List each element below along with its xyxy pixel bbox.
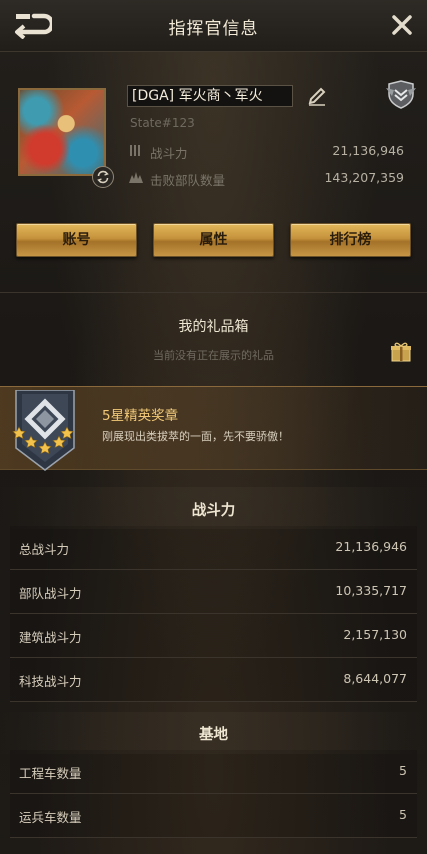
power-icon — [130, 145, 140, 156]
kills-icon — [129, 172, 143, 183]
medal-title: 5星精英奖章 — [102, 408, 179, 424]
power-section-title: 战斗力 — [191, 503, 236, 519]
table-row: 部队战斗力 10,335,717 — [10, 570, 417, 614]
base-section-title: 基地 — [199, 727, 228, 743]
close-icon — [392, 15, 412, 35]
row-value: 2,157,130 — [343, 627, 407, 642]
table-row: 总战斗力 21,136,946 — [10, 526, 417, 570]
row-value: 10,335,717 — [335, 583, 407, 598]
row-label: 运兵车数量 — [19, 810, 82, 825]
attributes-button[interactable]: 属性 — [153, 223, 274, 257]
row-value: 21,136,946 — [335, 539, 407, 554]
kills-label: 击败部队数量 — [150, 173, 226, 188]
gift-box-title: 我的礼品箱 — [178, 319, 249, 335]
account-button[interactable]: 账号 — [16, 223, 137, 257]
state-id: State#123 — [130, 116, 195, 130]
rank-badge-icon[interactable] — [384, 78, 418, 110]
commander-info-page: 指挥官信息 [DGA] 军火商丶军火 State#123 战斗力 21,136,… — [0, 0, 427, 854]
row-value: 5 — [399, 807, 407, 822]
edit-name-icon[interactable] — [306, 85, 328, 107]
row-value: 8,644,077 — [343, 671, 407, 686]
avatar[interactable] — [18, 88, 106, 176]
gift-icon[interactable] — [390, 341, 412, 363]
power-value: 21,136,946 — [332, 143, 404, 158]
power-label: 战斗力 — [150, 146, 188, 161]
divider — [0, 292, 427, 293]
kills-stat: 击败部队数量 143,207,359 — [128, 168, 404, 188]
row-label: 总战斗力 — [19, 542, 70, 557]
table-row: 工程车数量 5 — [10, 750, 417, 794]
header-bar: 指挥官信息 — [0, 0, 427, 52]
leaderboard-button[interactable]: 排行榜 — [290, 223, 411, 257]
row-label: 建筑战斗力 — [19, 630, 82, 645]
player-name: [DGA] 军火商丶军火 — [127, 85, 293, 107]
gift-box-empty-text: 当前没有正在展示的礼品 — [153, 349, 274, 362]
power-stat: 战斗力 21,136,946 — [128, 141, 404, 161]
row-label: 工程车数量 — [19, 766, 82, 781]
row-label: 科技战斗力 — [19, 674, 82, 689]
kills-value: 143,207,359 — [324, 170, 404, 185]
close-button[interactable] — [389, 12, 415, 38]
change-avatar-icon[interactable] — [92, 166, 114, 188]
row-value: 5 — [399, 763, 407, 778]
table-row: 科技战斗力 8,644,077 — [10, 658, 417, 702]
row-label: 部队战斗力 — [19, 586, 82, 601]
medal-description: 刚展现出类拔萃的一面，先不要骄傲！ — [102, 430, 289, 443]
table-row: 运兵车数量 5 — [10, 794, 417, 838]
table-row: 建筑战斗力 2,157,130 — [10, 614, 417, 658]
page-title: 指挥官信息 — [168, 19, 259, 39]
elite-medal-icon — [12, 390, 75, 471]
